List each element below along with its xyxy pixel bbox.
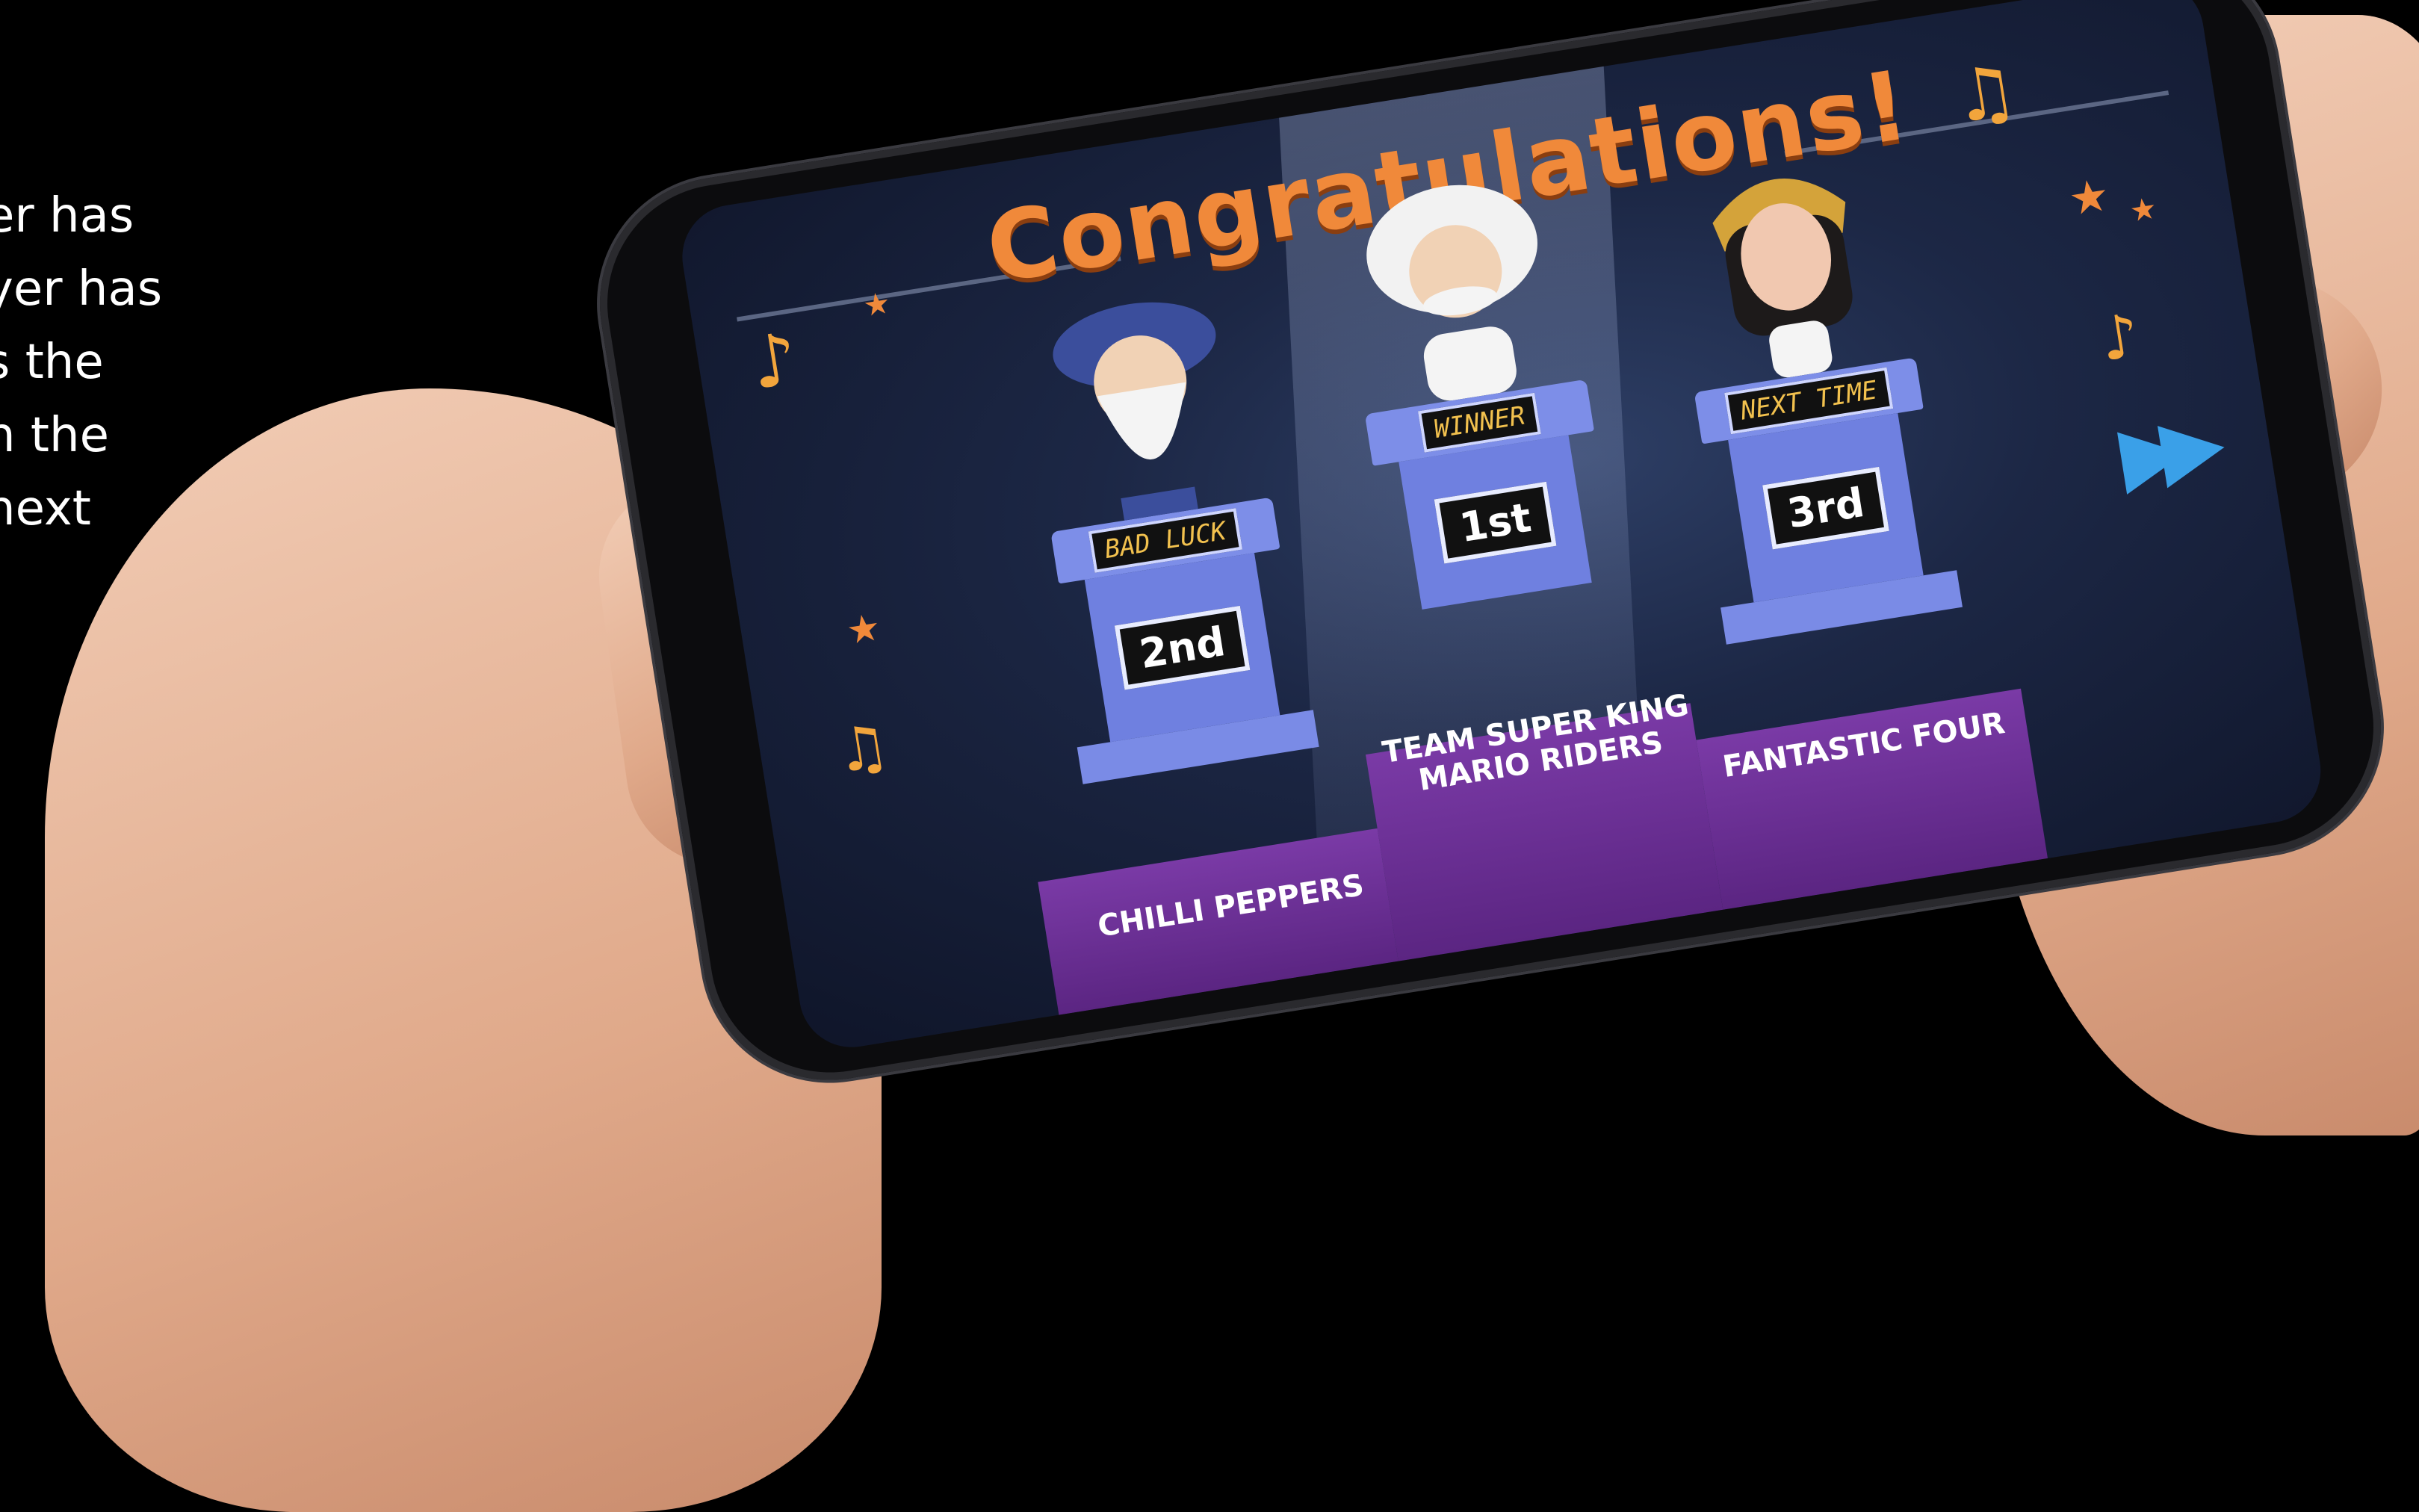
rank-badge: 2nd bbox=[1114, 605, 1251, 690]
rank-badge: 3rd bbox=[1762, 466, 1890, 550]
background-caption-text: er has yer has s the n the next bbox=[0, 179, 162, 545]
star-icon: ★ bbox=[2127, 190, 2160, 229]
caption-line: s the bbox=[0, 335, 104, 390]
caption-line: n the bbox=[0, 408, 109, 463]
caption-line: er has bbox=[0, 188, 134, 244]
bearded-wizard-figure bbox=[1038, 279, 1250, 529]
star-icon: ★ bbox=[861, 285, 893, 324]
music-note-icon: ♪ bbox=[2096, 300, 2145, 375]
caption-line: yer has bbox=[0, 261, 163, 317]
star-icon: ★ bbox=[843, 604, 884, 654]
podium-third: NEXT TIME 3rd bbox=[1659, 136, 1963, 645]
fast-forward-icon[interactable]: ▶▶ bbox=[2113, 397, 2209, 504]
scientist-figure bbox=[1351, 161, 1564, 411]
rank-badge: 1st bbox=[1434, 481, 1557, 563]
star-icon: ★ bbox=[2065, 168, 2113, 227]
egyptian-queen-figure bbox=[1681, 140, 1893, 389]
music-note-icon: ♫ bbox=[1946, 47, 2024, 140]
caption-line: next bbox=[0, 481, 91, 536]
podium-second: BAD LUCK 2nd bbox=[1015, 276, 1319, 784]
music-note-icon: ♫ bbox=[830, 710, 894, 787]
